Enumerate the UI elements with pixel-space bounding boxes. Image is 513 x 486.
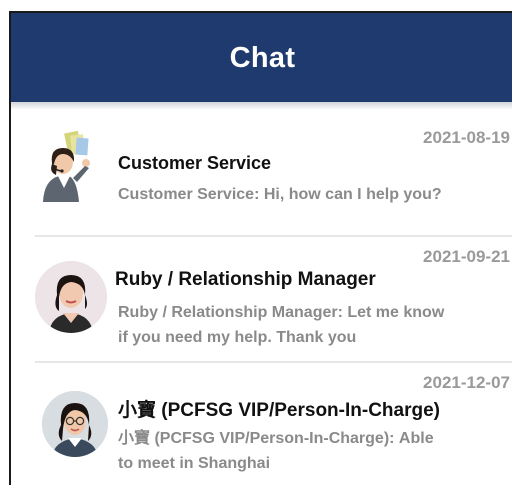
chat-preview: Ruby / Relationship Manager: Let me know… xyxy=(118,304,445,346)
chat-date: 2021-09-21 xyxy=(423,247,510,266)
page-title: Chat xyxy=(229,42,296,74)
chat-date: 2021-12-07 xyxy=(423,373,510,392)
header-shadow xyxy=(11,102,512,110)
chat-item-customer-service[interactable]: 2021-08-19 Customer Service Customer Ser… xyxy=(11,110,512,235)
chat-item-person-in-charge[interactable]: 2021-12-07 小寶 (PCFSG VIP/Person-In-Charg… xyxy=(11,363,512,485)
avatar-photo-ruby xyxy=(35,261,107,333)
app-header: Chat xyxy=(11,13,512,102)
chat-name: 小寶 (PCFSG VIP/Person-In-Charge) xyxy=(118,400,440,421)
chat-name: Ruby / Relationship Manager xyxy=(115,269,376,290)
chat-item-ruby[interactable]: 2021-09-21 Ruby / Relationship Manager R… xyxy=(11,237,512,361)
avatar-photo-person-in-charge xyxy=(42,391,108,457)
chat-preview: 小寶 (PCFSG VIP/Person-In-Charge): Able to… xyxy=(118,430,434,472)
chat-preview: Customer Service: Hi, how can I help you… xyxy=(118,186,442,203)
customer-service-agent-icon xyxy=(35,130,107,202)
chat-name: Customer Service xyxy=(118,153,272,173)
chat-date: 2021-08-19 xyxy=(423,128,510,147)
chat-window: Chat 2021-08-19 Customer Service Custome… xyxy=(9,11,512,485)
